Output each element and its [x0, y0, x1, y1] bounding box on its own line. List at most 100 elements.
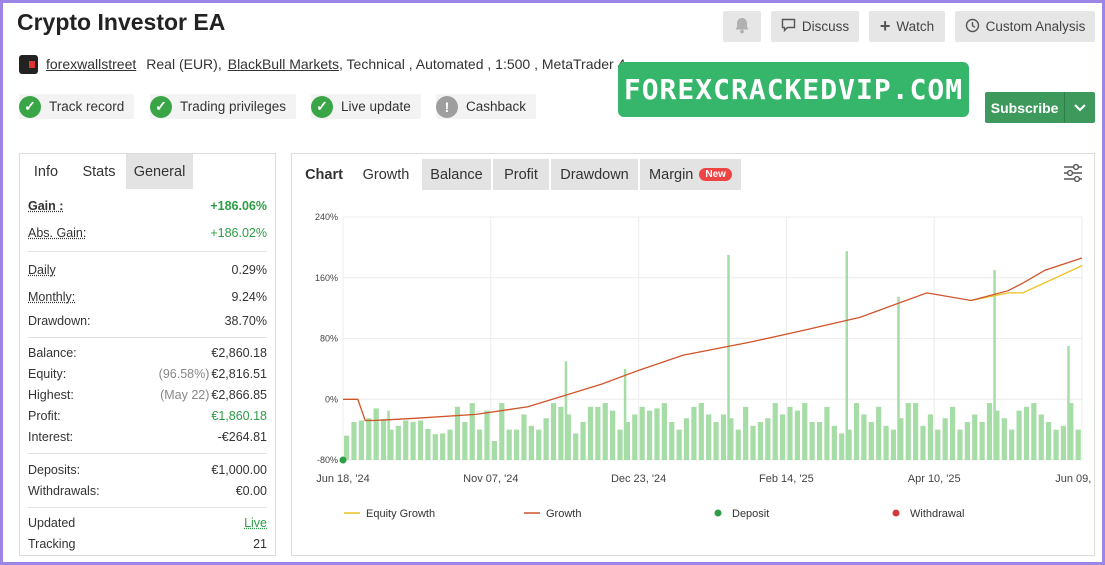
stat-monthly: Monthly: 9.24%: [28, 287, 267, 307]
growth-bar: [905, 403, 911, 460]
account-details: , Technical , Automated , 1:500 , MetaTr…: [339, 56, 626, 72]
stat-label: Balance:: [28, 346, 77, 360]
tab-label: Growth: [362, 166, 410, 183]
tab-drawdown[interactable]: Drawdown: [551, 159, 638, 190]
growth-bar: [550, 403, 557, 460]
stat-label: Highest:: [28, 388, 74, 402]
growth-bar: [824, 406, 830, 460]
growth-bar: [1038, 414, 1044, 460]
stat-label: Interest:: [28, 430, 74, 444]
growth-bar: [861, 414, 867, 460]
stat-value: 0.29%: [231, 263, 267, 277]
growth-bar: [920, 425, 926, 460]
growth-bar: [617, 429, 623, 460]
subscribe-label: Subscribe: [990, 99, 1059, 116]
account-meta: forexwallstreet Real (EUR), BlackBull Ma…: [19, 53, 625, 75]
chevron-down-icon[interactable]: [1064, 92, 1095, 123]
stat-profit: Profit: €1,860.18: [28, 406, 267, 426]
growth-bar: [462, 422, 468, 460]
growth-bar: [831, 425, 837, 460]
deposit-point: [339, 456, 347, 464]
divider: [28, 251, 267, 252]
broker-link[interactable]: BlackBull Markets: [228, 56, 339, 72]
legend-swatch: [714, 509, 722, 517]
growth-bar: [506, 429, 512, 460]
growth-bar: [403, 420, 409, 460]
growth-bar: [853, 403, 860, 460]
growth-bar: [447, 429, 453, 460]
stat-daily: Daily 0.29%: [28, 260, 267, 280]
stat-value: +186.06%: [210, 199, 267, 213]
stat-label: Gain :: [28, 199, 64, 213]
x-tick-label: Apr 10, '25: [908, 473, 961, 485]
growth-bar: [573, 433, 579, 460]
x-tick-label: Dec 23, '24: [611, 473, 666, 485]
stat-value: -€264.81: [217, 430, 267, 444]
growth-chart: 240% 160% 80% 0% -80% Jun 18, '24 Nov 07, '24 D…: [315, 212, 1094, 520]
growth-bar: [351, 422, 357, 460]
badge-track-record: ✓ Track record: [19, 94, 135, 119]
stat-value: €2,866.85: [211, 388, 267, 402]
growth-bar: [669, 422, 675, 460]
legend-label: Equity Growth: [366, 508, 435, 520]
avatar: [19, 54, 38, 74]
growth-bar: [595, 406, 601, 460]
growth-bar: [358, 420, 364, 460]
watch-button[interactable]: + Watch: [869, 11, 945, 42]
stat-value: +186.02%: [210, 226, 267, 240]
tab-growth[interactable]: Growth: [352, 159, 420, 190]
growth-bar: [972, 414, 978, 460]
growth-bar: [1031, 403, 1037, 460]
growth-bar: [1016, 410, 1022, 460]
tab-info[interactable]: Info: [20, 154, 72, 189]
tab-label: Margin: [649, 166, 694, 183]
badge-cashback: ! Cashback: [436, 94, 537, 119]
clock-icon: [965, 18, 980, 36]
divider: [28, 507, 267, 508]
growth-bar: [935, 429, 941, 460]
growth-bar: [839, 433, 845, 460]
tab-margin[interactable]: Margin New: [640, 159, 741, 190]
growth-bar: [632, 414, 638, 460]
x-tick-label: Nov 07, '24: [463, 473, 518, 485]
tab-chart[interactable]: Chart: [298, 159, 350, 190]
growth-bar: [639, 406, 645, 460]
tab-general[interactable]: General: [126, 154, 193, 189]
growth-bar: [387, 410, 390, 460]
tab-profit[interactable]: Profit: [493, 159, 549, 190]
bell-icon: [734, 17, 750, 37]
growth-bar: [735, 429, 741, 460]
growth-bar: [477, 429, 483, 460]
tab-stats[interactable]: Stats: [72, 154, 126, 189]
growth-bar: [543, 418, 549, 460]
stat-value: €1,000.00: [211, 463, 267, 477]
growth-bar: [713, 422, 719, 460]
stat-label: Abs. Gain:: [28, 226, 87, 240]
growth-bar: [587, 406, 594, 460]
growth-bar: [706, 414, 712, 460]
growth-bar: [794, 410, 800, 460]
growth-bar: [484, 410, 490, 460]
live-link[interactable]: Live: [244, 516, 267, 530]
tab-label: General: [133, 163, 186, 180]
growth-bar: [727, 254, 730, 460]
x-tick-label: Jun 18, '24: [316, 473, 369, 485]
growth-bar: [743, 406, 749, 460]
tab-balance[interactable]: Balance: [422, 159, 491, 190]
custom-analysis-button[interactable]: Custom Analysis: [955, 11, 1095, 42]
growth-bar: [366, 418, 372, 460]
growth-bar: [646, 410, 653, 460]
growth-bar: [521, 414, 527, 460]
notification-button[interactable]: [723, 11, 761, 42]
stat-label: Withdrawals:: [28, 484, 100, 498]
growth-bar: [964, 422, 970, 460]
subscribe-button[interactable]: Subscribe: [985, 92, 1095, 123]
growth-bar: [610, 410, 616, 460]
growth-bar: [816, 422, 823, 460]
stat-label: Monthly:: [28, 290, 76, 304]
user-link[interactable]: forexwallstreet: [46, 56, 136, 72]
discuss-button[interactable]: Discuss: [771, 11, 859, 42]
legend-label: Withdrawal: [910, 508, 964, 520]
settings-sliders-icon[interactable]: [1062, 163, 1084, 183]
growth-bar: [780, 414, 786, 460]
